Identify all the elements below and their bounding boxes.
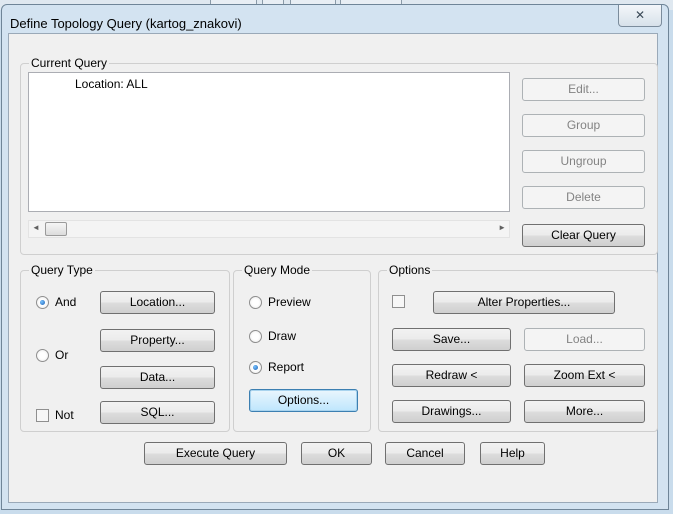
and-radio[interactable]	[36, 296, 49, 309]
report-label[interactable]: Report	[268, 360, 304, 374]
save-button[interactable]: Save...	[392, 328, 511, 351]
radio-dot	[40, 300, 45, 305]
query-type-label: Query Type	[29, 263, 95, 277]
more-button[interactable]: More...	[524, 400, 645, 423]
or-radio[interactable]	[36, 349, 49, 362]
not-label[interactable]: Not	[55, 408, 74, 422]
load-button[interactable]: Load...	[524, 328, 645, 351]
options-label: Options	[387, 263, 433, 277]
alter-properties-button[interactable]: Alter Properties...	[433, 291, 615, 314]
draw-radio[interactable]	[249, 330, 262, 343]
sql-button[interactable]: SQL...	[100, 401, 215, 424]
current-query-label: Current Query	[29, 56, 110, 70]
close-icon: ✕	[634, 8, 646, 22]
query-list[interactable]: Location: ALL	[28, 72, 510, 212]
data-button[interactable]: Data...	[100, 366, 215, 389]
preview-radio[interactable]	[249, 296, 262, 309]
scroll-right-icon[interactable]: ►	[498, 223, 506, 232]
ungroup-button[interactable]: Ungroup	[522, 150, 645, 173]
scroll-left-icon[interactable]: ◄	[32, 223, 40, 232]
ok-button[interactable]: OK	[301, 442, 372, 465]
edit-button[interactable]: Edit...	[522, 78, 645, 101]
or-label[interactable]: Or	[55, 348, 68, 362]
clear-query-button[interactable]: Clear Query	[522, 224, 645, 247]
alter-properties-checkbox[interactable]	[392, 295, 405, 308]
drawings-button[interactable]: Drawings...	[392, 400, 511, 423]
group-button[interactable]: Group	[522, 114, 645, 137]
location-button[interactable]: Location...	[100, 291, 215, 314]
not-checkbox[interactable]	[36, 409, 49, 422]
cancel-button[interactable]: Cancel	[385, 442, 465, 465]
execute-query-button[interactable]: Execute Query	[144, 442, 287, 465]
and-label[interactable]: And	[55, 295, 76, 309]
query-mode-label: Query Mode	[242, 263, 313, 277]
delete-button[interactable]: Delete	[522, 186, 645, 209]
help-button[interactable]: Help	[480, 442, 545, 465]
scroll-thumb[interactable]	[45, 222, 67, 236]
radio-dot	[253, 365, 258, 370]
draw-label[interactable]: Draw	[268, 329, 296, 343]
close-button[interactable]: ✕	[618, 5, 662, 27]
redraw-button[interactable]: Redraw <	[392, 364, 511, 387]
list-item[interactable]: Location: ALL	[75, 77, 148, 91]
report-radio[interactable]	[249, 361, 262, 374]
zoom-extents-button[interactable]: Zoom Ext <	[524, 364, 645, 387]
property-button[interactable]: Property...	[100, 329, 215, 352]
horizontal-scrollbar[interactable]: ◄ ►	[28, 220, 510, 238]
dialog-title: Define Topology Query (kartog_znakovi)	[10, 16, 242, 31]
preview-label[interactable]: Preview	[268, 295, 311, 309]
options-button[interactable]: Options...	[249, 389, 358, 412]
